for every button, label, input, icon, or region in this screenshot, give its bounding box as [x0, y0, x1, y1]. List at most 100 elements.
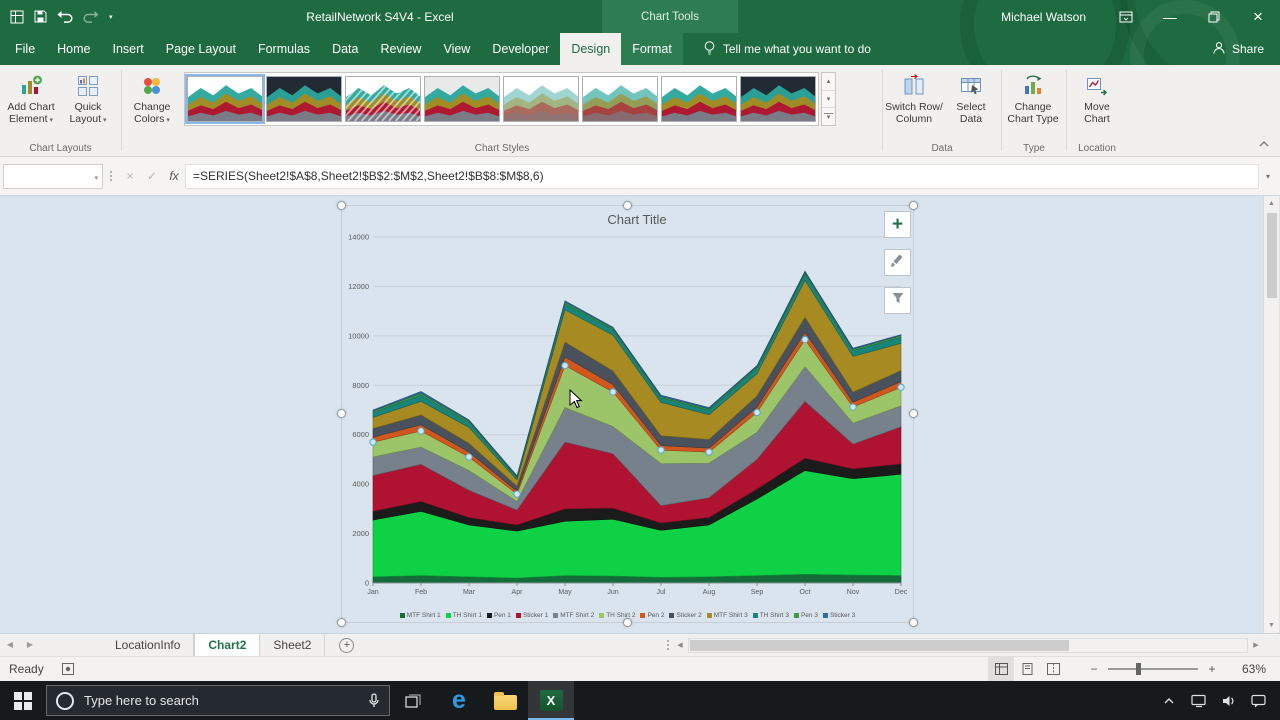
chart-style-option-1[interactable]: [187, 76, 263, 122]
redo-icon[interactable]: [83, 10, 99, 23]
chart-resize-handle[interactable]: [337, 409, 346, 418]
insert-function-button[interactable]: fx: [163, 169, 185, 183]
dropdown-caret-icon: ▾: [166, 117, 170, 124]
chart-style-option-4[interactable]: [424, 76, 500, 122]
task-view-button[interactable]: [390, 681, 436, 720]
zoom-slider-handle[interactable]: [1136, 663, 1141, 675]
scroll-left-icon[interactable]: ◀: [672, 641, 688, 649]
microphone-icon[interactable]: [368, 693, 380, 709]
change-chart-type-button[interactable]: ChangeChart Type: [1004, 69, 1062, 125]
tab-bar-splitter[interactable]: [663, 634, 672, 656]
chart-sheet[interactable]: 02000400060008000100001200014000JanFebMa…: [0, 196, 1280, 633]
horizontal-scrollbar[interactable]: ◀ ▶: [672, 634, 1264, 656]
gallery-scroll-up-icon[interactable]: ▴: [822, 73, 835, 91]
customize-qat-icon[interactable]: ▾: [109, 13, 113, 21]
file-explorer-button[interactable]: [482, 681, 528, 720]
enter-button[interactable]: ✓: [141, 169, 163, 183]
ribbon-tab-home[interactable]: Home: [46, 33, 101, 65]
zoom-out-button[interactable]: −: [1084, 662, 1104, 676]
chart-resize-handle[interactable]: [909, 201, 918, 210]
chart-styles-button[interactable]: [884, 249, 911, 276]
add-chart-element-button[interactable]: Add ChartElement▾: [2, 69, 60, 127]
chart-style-option-3[interactable]: [345, 76, 421, 122]
normal-view-button[interactable]: [988, 657, 1014, 681]
scroll-down-icon[interactable]: ▼: [1268, 618, 1275, 633]
ribbon-tab-formulas[interactable]: Formulas: [247, 33, 321, 65]
ribbon-tab-format[interactable]: Format: [621, 33, 683, 65]
tray-chevron-up-icon[interactable]: [1154, 681, 1184, 720]
chart-resize-handle[interactable]: [909, 409, 918, 418]
chart-resize-handle[interactable]: [623, 618, 632, 627]
notification-icon[interactable]: [1244, 681, 1274, 720]
gallery-scroll-down-icon[interactable]: ▾: [822, 91, 835, 109]
formula-bar-splitter[interactable]: [105, 171, 117, 181]
cancel-button[interactable]: ×: [119, 169, 141, 183]
change-colors-button[interactable]: ChangeColors▾: [124, 69, 180, 127]
ribbon-tab-review[interactable]: Review: [369, 33, 432, 65]
formula-input[interactable]: =SERIES(Sheet2!$A$8,Sheet2!$B$2:$M$2,She…: [185, 164, 1259, 189]
select-data-button[interactable]: SelectData: [943, 69, 999, 125]
sheet-tab-sheet2[interactable]: Sheet2: [260, 634, 325, 656]
sheet-tab-locationinfo[interactable]: LocationInfo: [102, 634, 194, 656]
chart-style-option-8[interactable]: [740, 76, 816, 122]
macro-record-icon[interactable]: [62, 663, 74, 675]
zoom-level[interactable]: 63%: [1222, 662, 1266, 676]
page-layout-view-button[interactable]: [1014, 657, 1040, 681]
minimize-button[interactable]: —: [1148, 0, 1192, 33]
chart[interactable]: 02000400060008000100001200014000JanFebMa…: [341, 205, 914, 623]
close-button[interactable]: ×: [1236, 0, 1280, 33]
switch-row-column-button[interactable]: Switch Row/Column: [885, 69, 943, 125]
horizontal-scrollbar-thumb[interactable]: [690, 640, 1069, 651]
start-button[interactable]: [0, 681, 46, 720]
ribbon-tab-design[interactable]: Design: [560, 33, 621, 65]
chart-resize-handle[interactable]: [337, 201, 346, 210]
undo-icon[interactable]: [57, 10, 73, 23]
collapse-ribbon-button[interactable]: [1258, 135, 1270, 153]
ribbon-tab-data[interactable]: Data: [321, 33, 369, 65]
chart-elements-button[interactable]: +: [884, 211, 911, 238]
taskbar-search-box[interactable]: Type here to search: [46, 685, 390, 716]
name-box[interactable]: ▾: [3, 164, 103, 189]
zoom-in-button[interactable]: +: [1202, 662, 1222, 676]
chart-style-option-5[interactable]: [503, 76, 579, 122]
chart-style-option-7[interactable]: [661, 76, 737, 122]
chart-resize-handle[interactable]: [909, 618, 918, 627]
gallery-more-icon[interactable]: ▾: [822, 108, 835, 125]
chart-style-option-2[interactable]: [266, 76, 342, 122]
scroll-right-icon[interactable]: ▶: [1248, 641, 1264, 649]
sheet-nav-right-icon[interactable]: ▶: [20, 634, 40, 656]
name-box-dropdown-icon[interactable]: ▾: [94, 174, 98, 182]
display-icon[interactable]: [1184, 681, 1214, 720]
speaker-icon[interactable]: [1214, 681, 1244, 720]
quick-layout-button[interactable]: QuickLayout▾: [60, 69, 116, 127]
chart-resize-handle[interactable]: [337, 618, 346, 627]
move-chart-button[interactable]: MoveChart: [1069, 69, 1125, 125]
ribbon-display-options-button[interactable]: [1104, 0, 1148, 33]
chart-style-option-6[interactable]: [582, 76, 658, 122]
zoom-slider[interactable]: [1108, 668, 1198, 670]
ribbon-tab-developer[interactable]: Developer: [481, 33, 560, 65]
chart-resize-handle[interactable]: [623, 201, 632, 210]
ribbon-tab-view[interactable]: View: [432, 33, 481, 65]
edge-button[interactable]: e: [436, 681, 482, 720]
sheet-nav-left-icon[interactable]: ◀: [0, 634, 20, 656]
vertical-scrollbar[interactable]: ▲ ▼: [1263, 196, 1279, 633]
new-sheet-button[interactable]: +: [339, 638, 354, 653]
ribbon-tab-insert[interactable]: Insert: [102, 33, 155, 65]
user-name[interactable]: Michael Watson: [1001, 10, 1086, 24]
save-icon[interactable]: [34, 10, 47, 23]
stacked-area-chart[interactable]: 02000400060008000100001200014000JanFebMa…: [342, 206, 915, 624]
chart-filters-button[interactable]: [884, 287, 911, 314]
vertical-scrollbar-thumb[interactable]: [1267, 213, 1277, 298]
page-break-view-button[interactable]: [1040, 657, 1066, 681]
ribbon-tab-page-layout[interactable]: Page Layout: [155, 33, 247, 65]
ribbon-tab-file[interactable]: File: [4, 33, 46, 65]
scroll-up-icon[interactable]: ▲: [1268, 196, 1275, 211]
titlebar: ▾ RetailNetwork S4V4 - Excel Michael Wat…: [0, 0, 1280, 33]
formula-bar-expand-icon[interactable]: ▾: [1259, 172, 1277, 181]
excel-taskbar-button[interactable]: X: [528, 681, 574, 720]
restore-button[interactable]: [1192, 0, 1236, 33]
tell-me-box[interactable]: Tell me what you want to do: [703, 33, 871, 65]
share-button[interactable]: Share: [1212, 33, 1264, 65]
sheet-tab-chart2[interactable]: Chart2: [194, 634, 260, 656]
